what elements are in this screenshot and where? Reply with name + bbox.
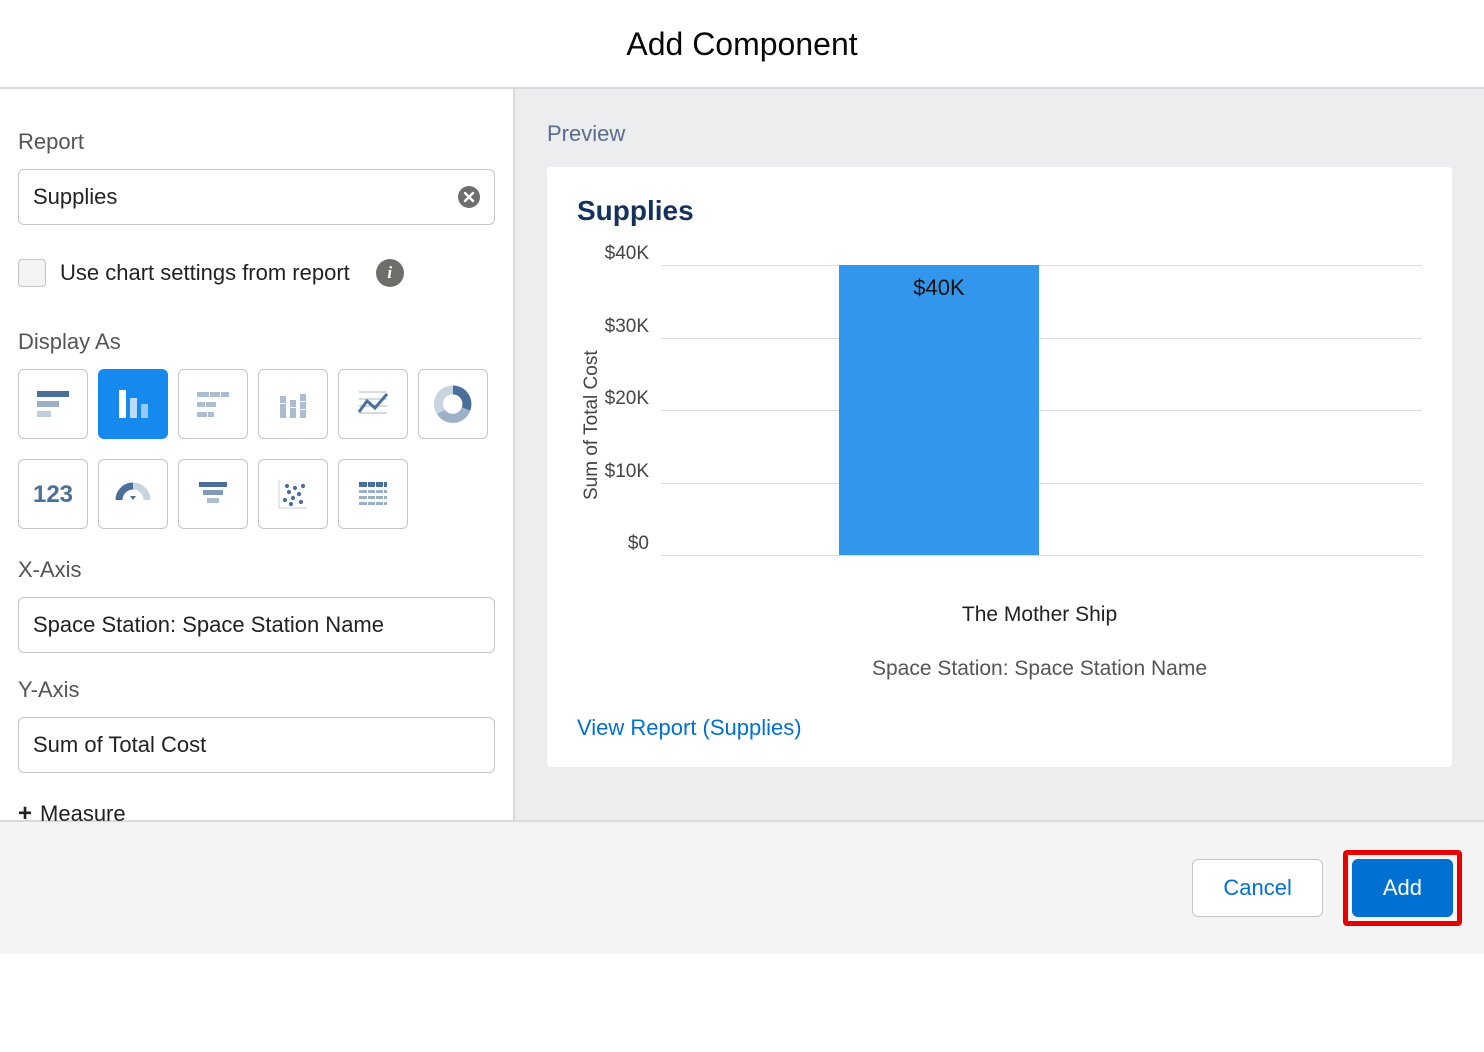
add-button[interactable]: Add [1352, 859, 1453, 917]
stacked-horizontal-bar-icon[interactable] [178, 369, 248, 439]
metric-icon[interactable]: 123 [18, 459, 88, 529]
x-axis-select[interactable]: Space Station: Space Station Name [18, 597, 495, 653]
chart-x-category: The Mother Ship [657, 603, 1422, 627]
funnel-icon[interactable] [178, 459, 248, 529]
plus-icon: + [18, 802, 32, 826]
gauge-icon[interactable] [98, 459, 168, 529]
horizontal-bar-icon[interactable] [18, 369, 88, 439]
display-as-label: Display As [18, 329, 495, 355]
modal-title: Add Component [0, 0, 1484, 87]
preview-label: Preview [547, 121, 1452, 147]
x-axis-value: Space Station: Space Station Name [33, 612, 384, 638]
modal-body: Report Use chart settings from report i … [0, 87, 1484, 820]
modal-footer: Cancel Add [0, 820, 1484, 954]
chart-bar: $40K [839, 265, 1039, 555]
info-icon[interactable]: i [376, 259, 404, 287]
add-measure-label: Measure [40, 801, 126, 827]
report-label: Report [18, 129, 495, 155]
chart-plot: $40K [661, 265, 1422, 555]
clear-icon[interactable] [457, 185, 481, 209]
add-button-label: Add [1383, 875, 1422, 901]
cancel-button[interactable]: Cancel [1192, 859, 1322, 917]
chart-type-picker: 123 [18, 369, 495, 529]
add-button-highlight: Add [1343, 850, 1462, 926]
use-chart-settings-row: Use chart settings from report i [18, 259, 495, 287]
y-axis-label: Y-Axis [18, 677, 495, 703]
scatter-icon[interactable] [258, 459, 328, 529]
config-panel: Report Use chart settings from report i … [0, 89, 515, 820]
svg-text:123: 123 [33, 481, 73, 508]
cancel-button-label: Cancel [1223, 875, 1291, 901]
report-input-wrap [18, 169, 495, 225]
preview-panel: Preview Supplies Sum of Total Cost $40K … [515, 89, 1484, 820]
preview-card: Supplies Sum of Total Cost $40K $30K $20… [547, 167, 1452, 767]
use-chart-settings-checkbox[interactable] [18, 259, 46, 287]
add-measure-button[interactable]: + Measure [18, 801, 126, 827]
chart-title: Supplies [577, 195, 1422, 227]
x-axis-label: X-Axis [18, 557, 495, 583]
donut-chart-icon[interactable] [418, 369, 488, 439]
report-input[interactable] [18, 169, 495, 225]
chart-y-ticks: $40K $30K $20K $10K $0 [603, 265, 661, 555]
use-chart-settings-label: Use chart settings from report [60, 260, 350, 286]
table-icon[interactable] [338, 459, 408, 529]
view-report-link[interactable]: View Report (Supplies) [577, 715, 802, 741]
chart-area: Sum of Total Cost $40K $30K $20K $10K $0… [577, 265, 1422, 585]
y-axis-select[interactable]: Sum of Total Cost [18, 717, 495, 773]
stacked-vertical-bar-icon[interactable] [258, 369, 328, 439]
line-chart-icon[interactable] [338, 369, 408, 439]
y-axis-value: Sum of Total Cost [33, 732, 206, 758]
vertical-bar-icon[interactable] [98, 369, 168, 439]
chart-y-axis-label: Sum of Total Cost [577, 265, 603, 585]
chart-x-axis-label: Space Station: Space Station Name [657, 657, 1422, 681]
bar-value-label: $40K [839, 275, 1039, 301]
